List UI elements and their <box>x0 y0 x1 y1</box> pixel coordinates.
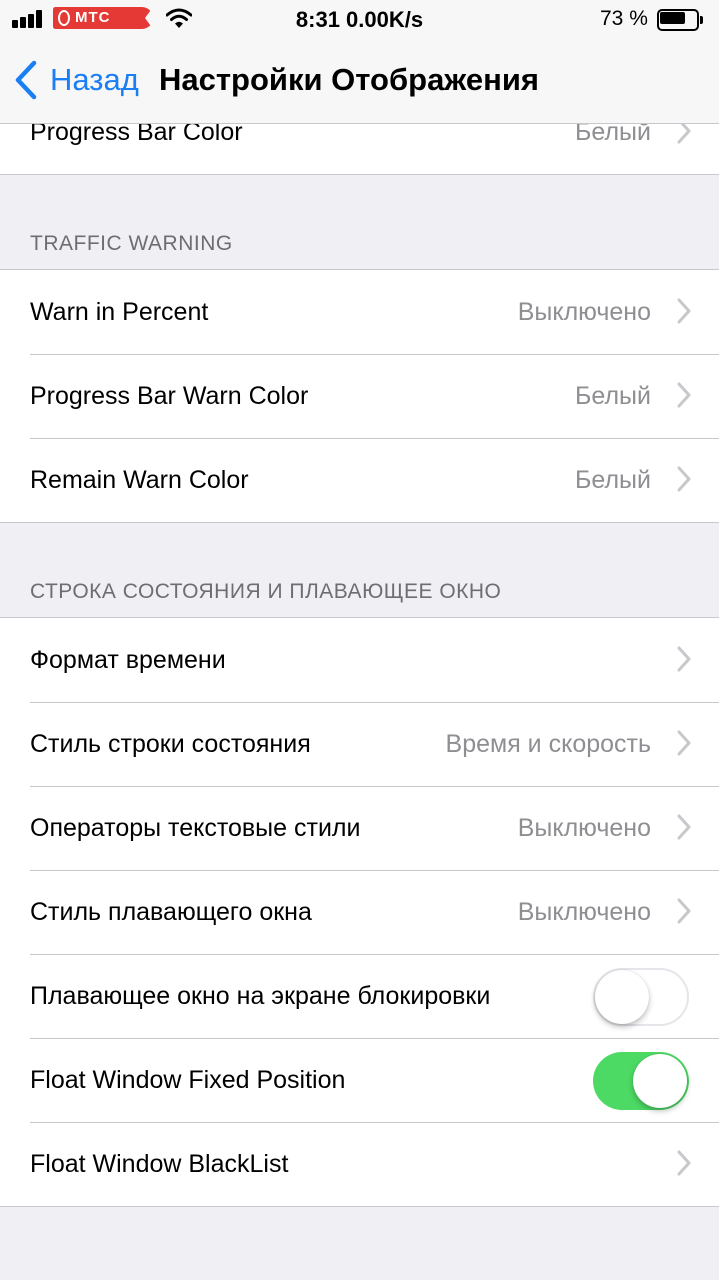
section-header-traffic-warning: TRAFFIC WARNING <box>30 232 233 255</box>
row-status-bar-style[interactable]: Стиль строки состояния Время и скорость <box>0 702 719 786</box>
status-bar: МТС 8:31 0.00K/s 73 % <box>0 0 719 40</box>
settings-content: Progress Bar Color Белый TRAFFIC WARNING… <box>0 0 719 1280</box>
chevron-right-icon <box>677 298 691 324</box>
chevron-left-icon <box>15 60 37 100</box>
chevron-right-icon <box>677 898 691 924</box>
row-value: Белый <box>574 466 651 494</box>
row-label: Плавающее окно на экране блокировки <box>30 982 491 1010</box>
traffic-warning-group: Warn in Percent Выключено Progress Bar W… <box>0 269 719 523</box>
row-value: Белый <box>574 382 651 410</box>
fixed-position-toggle[interactable] <box>593 1052 689 1110</box>
toggle-knob <box>595 970 649 1024</box>
toggle-knob <box>633 1054 687 1108</box>
row-float-window-blacklist[interactable]: Float Window BlackList <box>0 1122 719 1206</box>
section-header-status-float: СТРОКА СОСТОЯНИЯ И ПЛАВАЮЩЕЕ ОКНО <box>30 580 502 603</box>
row-label: Стиль плавающего окна <box>30 898 312 926</box>
row-label: Стиль строки состояния <box>30 730 311 758</box>
row-value: Время и скорость <box>445 730 651 758</box>
row-label: Операторы текстовые стили <box>30 814 361 842</box>
lockscreen-float-toggle[interactable] <box>593 968 689 1026</box>
row-carrier-text-style[interactable]: Операторы текстовые стили Выключено <box>0 786 719 870</box>
row-lockscreen-float-window: Плавающее окно на экране блокировки <box>0 954 719 1038</box>
battery-icon <box>657 9 703 31</box>
battery-percent: 73 % <box>600 7 648 30</box>
status-float-group: Формат времени Стиль строки состояния Вр… <box>0 617 719 1207</box>
row-label: Float Window BlackList <box>30 1150 289 1178</box>
back-label: Назад <box>50 62 139 97</box>
row-label: Progress Bar Warn Color <box>30 382 309 410</box>
row-value: Выключено <box>517 298 651 326</box>
row-label: Remain Warn Color <box>30 466 249 494</box>
row-progress-bar-warn-color[interactable]: Progress Bar Warn Color Белый <box>0 354 719 438</box>
row-value: Выключено <box>517 814 651 842</box>
chevron-right-icon <box>677 382 691 408</box>
page-title: Настройки Отображения <box>159 62 539 97</box>
chevron-right-icon <box>677 646 691 672</box>
row-remain-warn-color[interactable]: Remain Warn Color Белый <box>0 438 719 522</box>
row-label: Float Window Fixed Position <box>30 1066 346 1094</box>
back-button[interactable]: Назад <box>14 58 139 102</box>
row-float-window-fixed-position: Float Window Fixed Position <box>0 1038 719 1122</box>
navigation-bar: Назад Настройки Отображения <box>0 40 719 124</box>
chevron-right-icon <box>677 1150 691 1176</box>
row-warn-in-percent[interactable]: Warn in Percent Выключено <box>0 270 719 354</box>
chevron-right-icon <box>677 466 691 492</box>
row-label: Warn in Percent <box>30 298 209 326</box>
chevron-right-icon <box>677 814 691 840</box>
row-float-window-style[interactable]: Стиль плавающего окна Выключено <box>0 870 719 954</box>
chevron-right-icon <box>677 730 691 756</box>
row-time-format[interactable]: Формат времени <box>0 618 719 702</box>
row-value: Выключено <box>517 898 651 926</box>
battery-fill <box>660 12 685 24</box>
row-label: Формат времени <box>30 646 226 674</box>
